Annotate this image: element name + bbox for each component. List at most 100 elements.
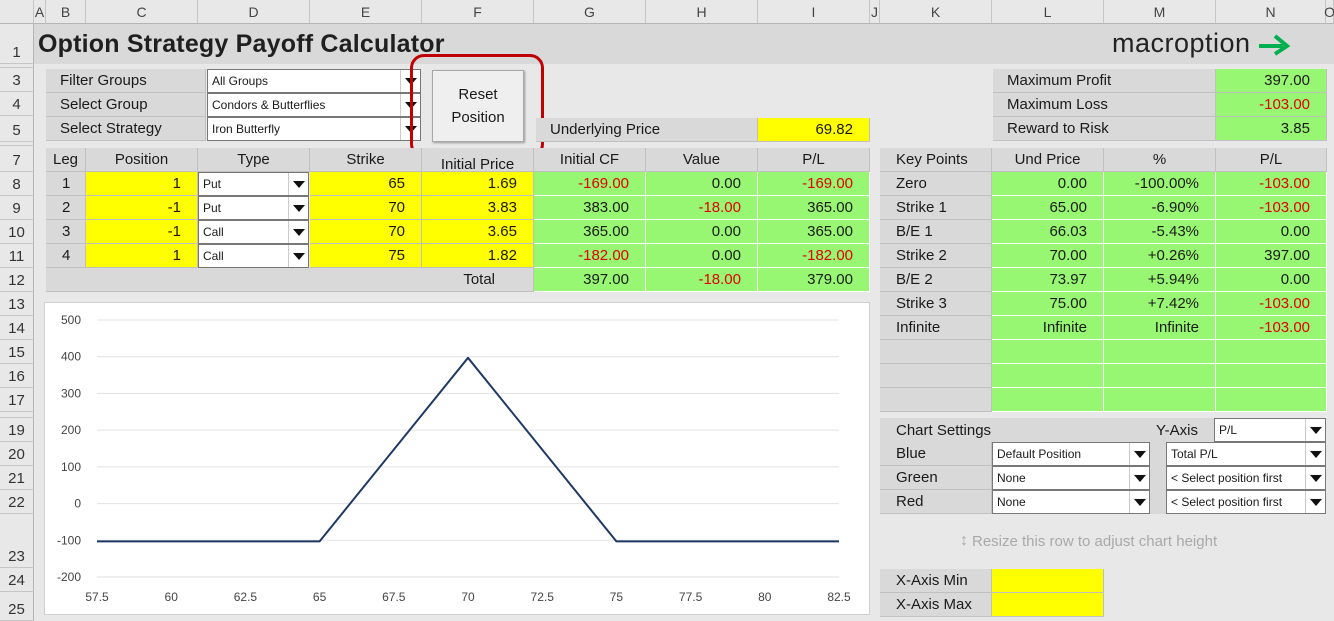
leg-type-value: Call (203, 249, 224, 263)
chart-series-type-dropdown[interactable]: Total P/L (1166, 442, 1326, 466)
col-header-d[interactable]: D (198, 0, 310, 24)
row-header[interactable]: 14 (0, 316, 34, 340)
leg-number: 4 (46, 244, 86, 268)
keypoint-und-price: 65.00 (992, 196, 1104, 220)
col-header-o[interactable]: O (1324, 0, 1334, 24)
row-header[interactable]: 9 (0, 196, 34, 220)
leg-type-dropdown[interactable]: Put (198, 196, 309, 220)
col-header-h[interactable]: H (646, 0, 758, 24)
col-header-e[interactable]: E (310, 0, 422, 24)
col-header-l[interactable]: L (992, 0, 1104, 24)
row-header[interactable]: 24 (0, 568, 34, 592)
row-header[interactable]: 7 (0, 146, 34, 172)
row-header[interactable]: 5 (0, 116, 34, 142)
yaxis-label: Y-Axis (1156, 418, 1216, 442)
col-header-c[interactable]: C (86, 0, 198, 24)
payoff-chart[interactable]: -200 -100 0 100 200 300 400 500 57.5 60 62.5 65 67.5… (44, 302, 870, 615)
leg-strike-input[interactable]: 70 (310, 220, 422, 244)
yaxis-dropdown[interactable]: P/L (1214, 418, 1326, 442)
row-header[interactable]: 23 (0, 514, 34, 568)
leg-type-dropdown[interactable]: Put (198, 172, 309, 196)
chevron-down-icon[interactable] (288, 245, 308, 267)
chart-series-position-dropdown[interactable]: None (992, 490, 1150, 514)
chevron-down-icon[interactable] (288, 173, 308, 195)
leg-price-input[interactable]: 1.69 (422, 172, 534, 196)
chevron-down-icon[interactable] (288, 221, 308, 243)
row-header[interactable]: 17 (0, 388, 34, 412)
col-header-m[interactable]: M (1104, 0, 1216, 24)
leg-strike-input[interactable]: 70 (310, 196, 422, 220)
row-header[interactable]: 1 (0, 24, 34, 64)
row-header[interactable]: 22 (0, 490, 34, 514)
row-header[interactable]: 16 (0, 364, 34, 388)
row-header[interactable]: 10 (0, 220, 34, 244)
leg-type-dropdown[interactable]: Call (198, 244, 309, 268)
select-group-dropdown[interactable]: Condors & Butterflies (207, 93, 421, 117)
filter-groups-value: All Groups (212, 74, 269, 88)
legs-header-pl: P/L (758, 148, 870, 172)
y-tick-label: 0 (74, 497, 81, 511)
col-header-a[interactable]: A (34, 0, 46, 24)
underlying-price-value[interactable]: 69.82 (758, 118, 870, 142)
chart-series-type-dropdown[interactable]: < Select position first (1166, 490, 1326, 514)
chart-series-type-value: < Select position first (1171, 495, 1283, 509)
leg-position-input[interactable]: -1 (86, 196, 198, 220)
leg-type-dropdown[interactable]: Call (198, 220, 309, 244)
leg-position-input[interactable]: -1 (86, 220, 198, 244)
col-header-b[interactable]: B (46, 0, 86, 24)
chevron-down-icon[interactable] (1129, 443, 1149, 465)
xaxis-max-label: X-Axis Max (880, 593, 992, 617)
keypoint-empty (1216, 340, 1327, 364)
max-loss-value: -103.00 (1216, 93, 1327, 117)
col-header-k[interactable]: K (880, 0, 992, 24)
corner[interactable] (0, 0, 34, 24)
chevron-down-icon[interactable] (1305, 443, 1325, 465)
row-header[interactable]: 15 (0, 340, 34, 364)
leg-position-input[interactable]: 1 (86, 172, 198, 196)
chart-series-position-dropdown[interactable]: None (992, 466, 1150, 490)
leg-strike-input[interactable]: 75 (310, 244, 422, 268)
row-header[interactable]: 20 (0, 442, 34, 466)
row-header[interactable]: 12 (0, 268, 34, 292)
row-header[interactable]: 8 (0, 172, 34, 196)
row-header[interactable]: 13 (0, 292, 34, 316)
reward-risk-value: 3.85 (1216, 117, 1327, 141)
chevron-down-icon[interactable] (1129, 467, 1149, 489)
chevron-down-icon[interactable] (1305, 491, 1325, 513)
total-value: -18.00 (646, 268, 758, 292)
xaxis-max-input[interactable] (992, 593, 1104, 617)
col-header-j[interactable]: J (870, 0, 880, 24)
leg-price-input[interactable]: 3.65 (422, 220, 534, 244)
max-loss-label: Maximum Loss (993, 93, 1216, 117)
col-header-g[interactable]: G (534, 0, 646, 24)
leg-number: 2 (46, 196, 86, 220)
chart-series-position-value: None (997, 471, 1026, 485)
row-header[interactable]: 11 (0, 244, 34, 268)
row-header[interactable]: 25 (0, 592, 34, 621)
keypoint-pct: -5.43% (1104, 220, 1216, 244)
x-tick-label: 65 (313, 590, 327, 604)
leg-price-input[interactable]: 1.82 (422, 244, 534, 268)
row-header[interactable]: 4 (0, 92, 34, 116)
leg-price-input[interactable]: 3.83 (422, 196, 534, 220)
chevron-down-icon[interactable] (288, 197, 308, 219)
chevron-down-icon[interactable] (1305, 467, 1325, 489)
xaxis-min-input[interactable] (992, 569, 1104, 593)
leg-position-input[interactable]: 1 (86, 244, 198, 268)
col-header-i[interactable]: I (758, 0, 870, 24)
reset-position-button[interactable]: Reset Position (432, 70, 524, 142)
filter-groups-dropdown[interactable]: All Groups (207, 69, 421, 93)
row-header[interactable]: 21 (0, 466, 34, 490)
col-header-n[interactable]: N (1216, 0, 1326, 24)
legs-header-type: Type (198, 148, 310, 172)
row-header[interactable]: 19 (0, 418, 34, 442)
select-strategy-dropdown[interactable]: Iron Butterfly (207, 117, 421, 141)
keypoint-pct: +5.94% (1104, 268, 1216, 292)
chart-series-type-dropdown[interactable]: < Select position first (1166, 466, 1326, 490)
row-header[interactable]: 3 (0, 68, 34, 92)
chevron-down-icon[interactable] (1129, 491, 1149, 513)
col-header-f[interactable]: F (422, 0, 534, 24)
chart-series-position-dropdown[interactable]: Default Position (992, 442, 1150, 466)
leg-strike-input[interactable]: 65 (310, 172, 422, 196)
chevron-down-icon[interactable] (1305, 419, 1325, 441)
